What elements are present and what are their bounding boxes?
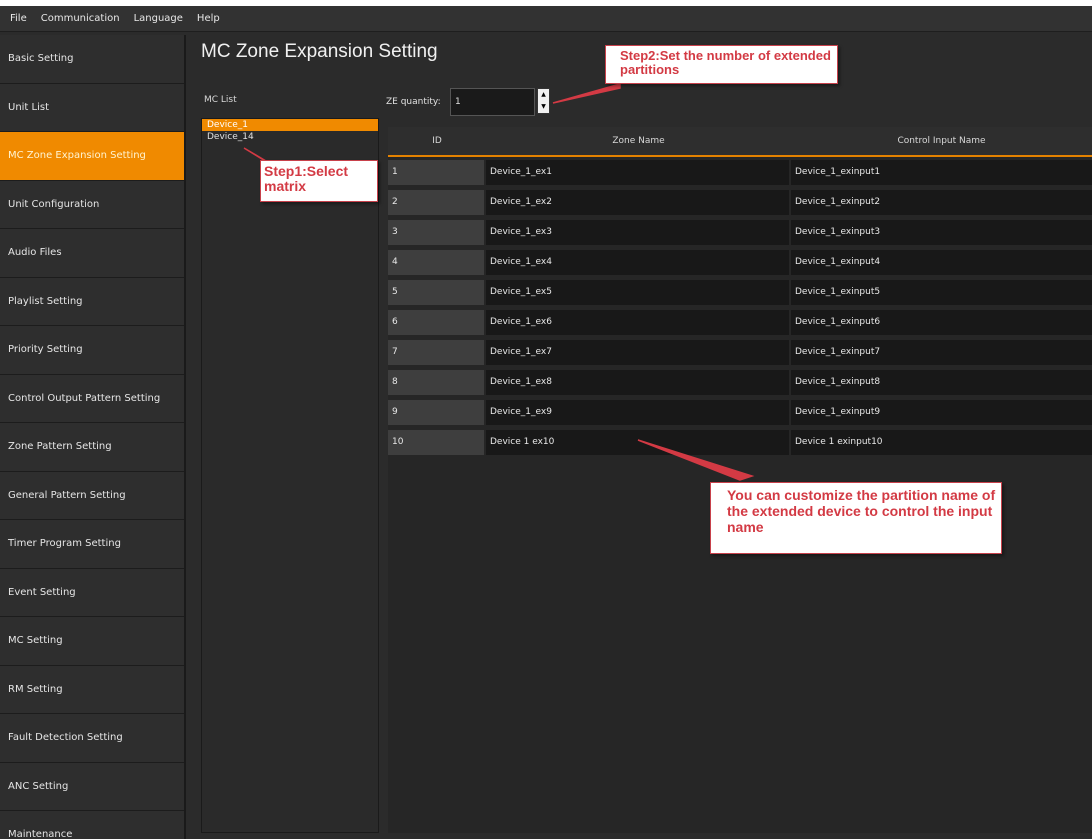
sidebar: Basic Setting Unit List MC Zone Expansio… xyxy=(0,35,186,839)
zone-name-field[interactable]: Device_1_ex3 xyxy=(486,220,789,245)
table-row: 8 Device_1_ex8 Device_1_exinput8 xyxy=(388,367,1092,397)
table-row: 4 Device_1_ex4 Device_1_exinput4 xyxy=(388,247,1092,277)
menu-help[interactable]: Help xyxy=(197,13,220,24)
chevron-up-icon[interactable]: ▲ xyxy=(541,92,546,98)
mc-list-label: MC List xyxy=(204,95,237,105)
zone-name-field[interactable]: Device_1_ex5 xyxy=(486,280,789,305)
column-header-control-input-name: Control Input Name xyxy=(897,136,986,146)
menu-communication[interactable]: Communication xyxy=(41,13,120,24)
sidebar-item-fault-detection[interactable]: Fault Detection Setting xyxy=(0,714,184,763)
sidebar-item-rm-setting[interactable]: RM Setting xyxy=(0,666,184,714)
mc-list: Device_1 Device_14 xyxy=(201,118,379,833)
step1-callout: Step1:Select matrix xyxy=(260,160,378,202)
sidebar-item-playlist-setting[interactable]: Playlist Setting xyxy=(0,278,184,326)
sidebar-item-timer-program[interactable]: Timer Program Setting xyxy=(0,520,184,569)
control-input-name-field[interactable]: Device_1_exinput6 xyxy=(791,310,1092,335)
row-id-cell: 1 xyxy=(388,160,484,185)
sidebar-item-priority-setting[interactable]: Priority Setting xyxy=(0,326,184,375)
mc-list-item[interactable]: Device_1 xyxy=(202,119,378,131)
table-header: ID Zone Name Control Input Name xyxy=(388,127,1092,157)
sidebar-item-mc-zone-expansion[interactable]: MC Zone Expansion Setting xyxy=(0,132,184,181)
control-input-name-field[interactable]: Device_1_exinput1 xyxy=(791,160,1092,185)
zone-name-field[interactable]: Device_1_ex1 xyxy=(486,160,789,185)
ze-quantity-input[interactable]: 1 xyxy=(450,88,535,116)
table-row: 3 Device_1_ex3 Device_1_exinput3 xyxy=(388,217,1092,247)
row-id-cell: 3 xyxy=(388,220,484,245)
ze-quantity-stepper[interactable]: ▲ ▼ xyxy=(537,88,550,114)
menu-bar: File Communication Language Help xyxy=(0,6,1092,32)
menu-file[interactable]: File xyxy=(10,13,27,24)
control-input-name-field[interactable]: Device_1_exinput8 xyxy=(791,370,1092,395)
row-id-cell: 2 xyxy=(388,190,484,215)
page-title: MC Zone Expansion Setting xyxy=(201,41,438,62)
sidebar-item-zone-pattern[interactable]: Zone Pattern Setting xyxy=(0,423,184,472)
table-row: 5 Device_1_ex5 Device_1_exinput5 xyxy=(388,277,1092,307)
row-id-cell: 6 xyxy=(388,310,484,335)
step2-callout: Step2:Set the number of extended partiti… xyxy=(605,45,838,84)
row-id-cell: 5 xyxy=(388,280,484,305)
column-header-id: ID xyxy=(432,136,442,146)
table-row: 7 Device_1_ex7 Device_1_exinput7 xyxy=(388,337,1092,367)
sidebar-item-anc-setting[interactable]: ANC Setting xyxy=(0,763,184,811)
chevron-down-icon[interactable]: ▼ xyxy=(541,104,546,110)
sidebar-item-event-setting[interactable]: Event Setting xyxy=(0,569,184,617)
control-input-name-field[interactable]: Device_1_exinput5 xyxy=(791,280,1092,305)
row-id-cell: 7 xyxy=(388,340,484,365)
customize-callout: You can customize the partition name of … xyxy=(710,482,1002,554)
sidebar-item-unit-configuration[interactable]: Unit Configuration xyxy=(0,181,184,229)
ze-quantity-label: ZE quantity: xyxy=(386,97,441,107)
column-header-zone-name: Zone Name xyxy=(612,136,665,146)
table-row: 10 Device 1 ex10 Device 1 exinput10 xyxy=(388,427,1092,457)
zone-name-field[interactable]: Device_1_ex2 xyxy=(486,190,789,215)
zone-name-field[interactable]: Device 1 ex10 xyxy=(486,430,789,455)
row-id-cell: 10 xyxy=(388,430,484,455)
control-input-name-field[interactable]: Device_1_exinput7 xyxy=(791,340,1092,365)
sidebar-item-basic-setting[interactable]: Basic Setting xyxy=(0,35,184,84)
sidebar-item-control-output-pattern[interactable]: Control Output Pattern Setting xyxy=(0,375,184,423)
zone-name-field[interactable]: Device_1_ex6 xyxy=(486,310,789,335)
menu-language[interactable]: Language xyxy=(134,13,183,24)
zone-table: ID Zone Name Control Input Name 1 Device_… xyxy=(388,127,1092,833)
control-input-name-field[interactable]: Device_1_exinput3 xyxy=(791,220,1092,245)
row-id-cell: 8 xyxy=(388,370,484,395)
table-row: 9 Device_1_ex9 Device_1_exinput9 xyxy=(388,397,1092,427)
sidebar-item-general-pattern[interactable]: General Pattern Setting xyxy=(0,472,184,520)
zone-name-field[interactable]: Device_1_ex4 xyxy=(486,250,789,275)
table-body: 1 Device_1_ex1 Device_1_exinput1 2 Device_1_… xyxy=(388,157,1092,457)
mc-list-item[interactable]: Device_14 xyxy=(202,131,378,143)
zone-name-field[interactable]: Device_1_ex7 xyxy=(486,340,789,365)
control-input-name-field[interactable]: Device_1_exinput4 xyxy=(791,250,1092,275)
table-row: 6 Device_1_ex6 Device_1_exinput6 xyxy=(388,307,1092,337)
sidebar-item-maintenance[interactable]: Maintenance xyxy=(0,811,184,839)
table-row: 1 Device_1_ex1 Device_1_exinput1 xyxy=(388,157,1092,187)
row-id-cell: 9 xyxy=(388,400,484,425)
sidebar-item-mc-setting[interactable]: MC Setting xyxy=(0,617,184,666)
sidebar-item-unit-list[interactable]: Unit List xyxy=(0,84,184,132)
table-row: 2 Device_1_ex2 Device_1_exinput2 xyxy=(388,187,1092,217)
sidebar-item-audio-files[interactable]: Audio Files xyxy=(0,229,184,278)
zone-name-field[interactable]: Device_1_ex9 xyxy=(486,400,789,425)
control-input-name-field[interactable]: Device_1_exinput2 xyxy=(791,190,1092,215)
row-id-cell: 4 xyxy=(388,250,484,275)
control-input-name-field[interactable]: Device_1_exinput9 xyxy=(791,400,1092,425)
control-input-name-field[interactable]: Device 1 exinput10 xyxy=(791,430,1092,455)
zone-name-field[interactable]: Device_1_ex8 xyxy=(486,370,789,395)
